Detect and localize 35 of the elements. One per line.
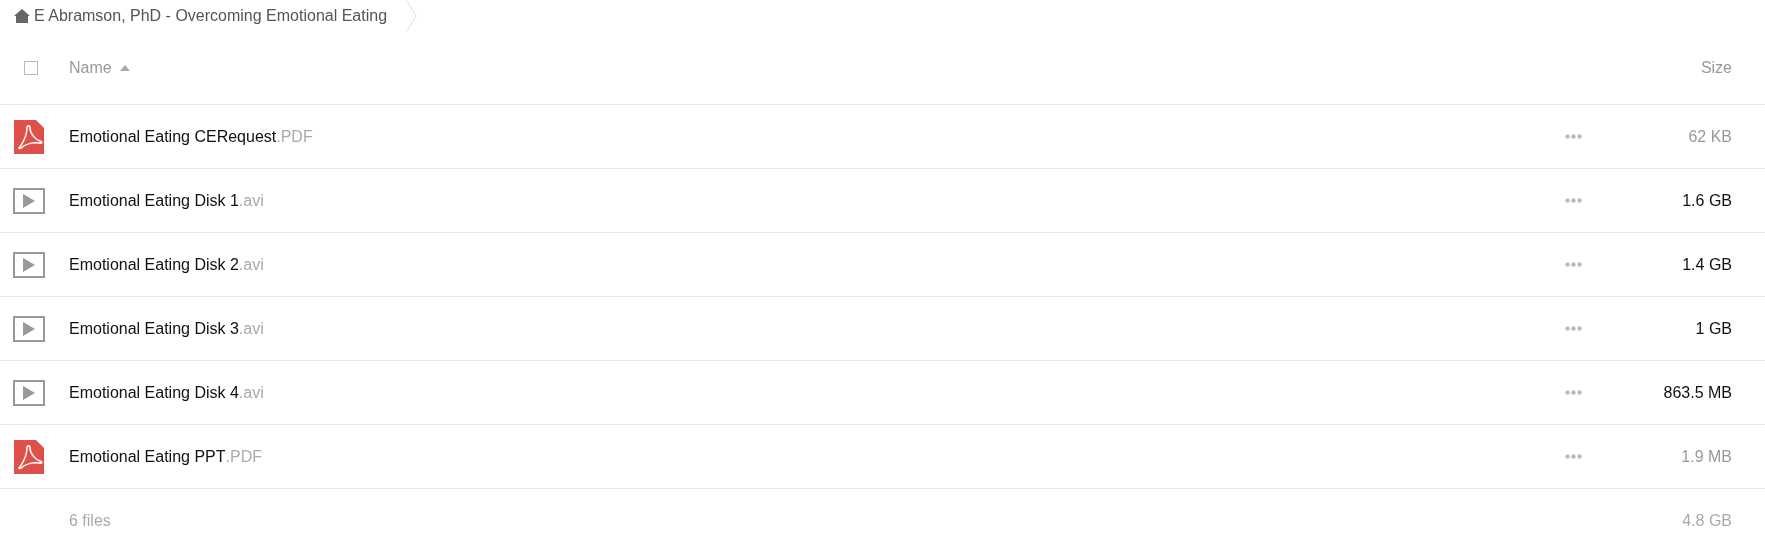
file-size: 1.6 GB (1681, 191, 1732, 210)
file-size: 1 GB (1694, 319, 1732, 338)
select-all-checkbox[interactable] (24, 61, 38, 75)
more-options-icon[interactable] (1565, 262, 1582, 267)
more-options-icon[interactable] (1565, 134, 1582, 139)
video-icon (13, 251, 45, 278)
file-extension: .avi (238, 191, 264, 210)
file-name[interactable]: Emotional Eating PPT (69, 447, 226, 466)
file-name[interactable]: Emotional Eating CERequest (69, 127, 277, 146)
breadcrumb-title[interactable]: E Abramson, PhD - Overcoming Emotional Eating (34, 7, 388, 25)
video-icon (13, 187, 45, 214)
file-extension: .PDF (276, 127, 313, 146)
file-extension: .avi (238, 383, 264, 402)
file-size: 62 KB (1687, 127, 1732, 146)
more-options-icon[interactable] (1565, 198, 1582, 203)
file-extension: .avi (238, 319, 264, 338)
video-icon (13, 315, 45, 342)
more-options-icon[interactable] (1565, 454, 1582, 459)
file-size: 863.5 MB (1662, 383, 1732, 402)
file-extension: .avi (238, 255, 264, 274)
file-count: 6 files (69, 512, 112, 530)
pdf-icon (14, 119, 44, 154)
file-name[interactable]: Emotional Eating Disk 3 (69, 319, 239, 338)
file-size: 1.9 MB (1680, 447, 1732, 466)
file-size: 1.4 GB (1681, 255, 1732, 274)
pdf-icon (14, 439, 44, 474)
file-name[interactable]: Emotional Eating Disk 2 (69, 255, 239, 274)
more-options-icon[interactable] (1565, 326, 1582, 331)
file-name[interactable]: Emotional Eating Disk 4 (69, 383, 239, 402)
video-icon (13, 379, 45, 406)
more-options-icon[interactable] (1565, 390, 1582, 395)
file-name[interactable]: Emotional Eating Disk 1 (69, 191, 239, 210)
total-size: 4.8 GB (1682, 512, 1732, 530)
home-icon[interactable] (14, 9, 30, 23)
file-extension: .PDF (225, 447, 262, 466)
